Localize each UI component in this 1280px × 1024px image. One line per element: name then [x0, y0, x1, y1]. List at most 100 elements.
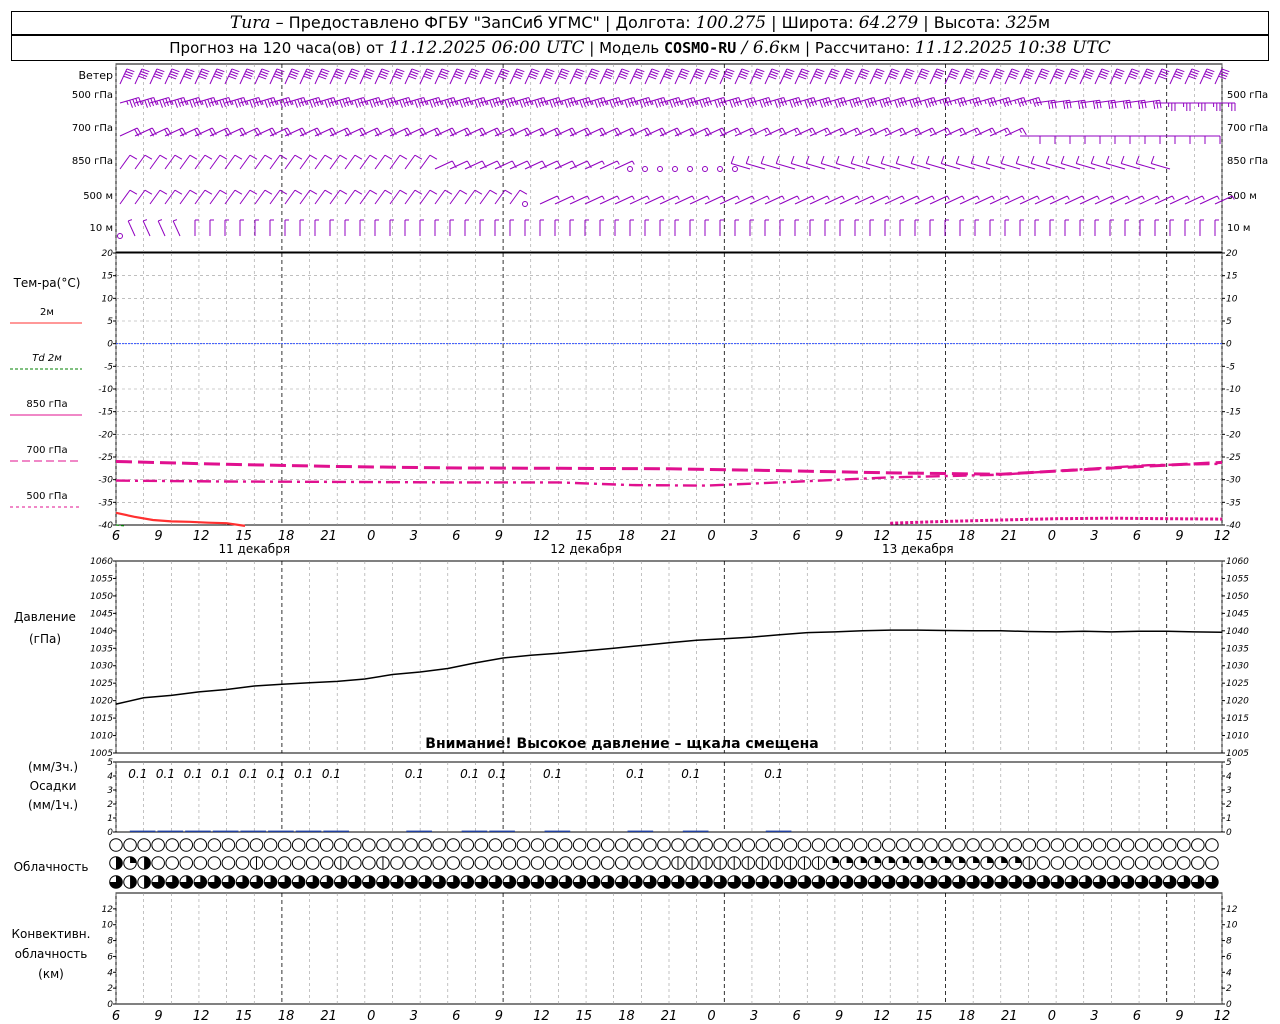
barb-feather: [500, 70, 509, 75]
cloud-symbol-mid: [572, 856, 587, 870]
barb-feather: [1099, 73, 1108, 77]
wind-barb: [1215, 102, 1236, 111]
calm-circle: [117, 233, 123, 239]
barb-feather: [294, 189, 303, 195]
cloud-circle: [896, 838, 910, 852]
wind-barb: [509, 219, 514, 236]
barb-feather: [309, 189, 318, 195]
cloud-circle: [1205, 856, 1219, 870]
wind-barb: [1064, 219, 1069, 236]
cloud-symbol-low: [1064, 875, 1079, 889]
temp-axis-tick-left: -20: [98, 430, 113, 440]
cloud-circle: [263, 856, 278, 870]
barb-shaft: [434, 189, 446, 205]
barb-feather: [156, 68, 165, 73]
barb-feather: [318, 75, 327, 80]
wind-barb: [910, 155, 931, 170]
cloud-circle: [615, 838, 629, 852]
wind-barb: [689, 219, 694, 236]
wind-barb-top: [524, 68, 540, 85]
barb-feather: [964, 73, 973, 77]
barb-feather: [850, 155, 855, 164]
cloud-symbol-high: [516, 838, 531, 852]
barb-feather: [759, 99, 763, 108]
barb-half-feather: [616, 160, 620, 165]
cloud-symbol-high: [193, 838, 208, 852]
wind-barb: [344, 97, 367, 108]
cloud-symbol-high: [643, 838, 657, 852]
barb-half-feather: [366, 100, 369, 105]
barb-feather: [429, 189, 438, 195]
wind-barb: [329, 219, 334, 236]
barb-shaft: [389, 154, 401, 170]
barb-feather: [1137, 101, 1141, 110]
barb-shaft: [284, 154, 296, 170]
barb-feather: [1056, 68, 1065, 73]
barb-half-feather: [824, 129, 827, 133]
barb-feather: [680, 70, 689, 75]
barb-feather: [399, 189, 408, 195]
wind-barb-top: [1004, 68, 1020, 85]
barb-feather: [1008, 75, 1017, 80]
wind-barb: [629, 219, 634, 236]
wind-barb: [299, 189, 318, 205]
cloud-symbol-low: [853, 875, 868, 889]
cloud-symbol-low: [586, 875, 601, 889]
barb-feather: [294, 154, 303, 160]
wind-barb: [794, 97, 817, 108]
barb-feather: [1161, 68, 1170, 73]
barb-shaft: [434, 160, 453, 170]
wind-barb: [779, 219, 784, 236]
barb-feather: [1092, 101, 1096, 110]
barb-half-feather: [1004, 129, 1007, 133]
temp-axis-tick-left: -25: [98, 453, 113, 463]
cloud-symbol-mid: [853, 856, 868, 870]
barb-feather: [351, 68, 360, 73]
barb-feather: [485, 70, 494, 75]
cloud-symbol-high: [881, 838, 896, 852]
cloud-circle: [348, 856, 362, 870]
cloud-circle: [966, 838, 980, 852]
barb-feather: [498, 75, 507, 80]
barb-feather: [531, 68, 540, 73]
cloud-circle: [305, 856, 320, 870]
wind-barb: [1049, 219, 1054, 236]
cloud-symbol-mid: [530, 856, 545, 870]
cloud-fill: [1015, 856, 1022, 863]
wind-barb: [899, 97, 922, 108]
wind-barb: [157, 219, 166, 237]
cloud-symbol-low: [1177, 875, 1191, 889]
cloud-circle: [165, 856, 179, 870]
barb-feather: [1055, 70, 1064, 75]
barb-half-feather: [796, 195, 800, 200]
cloud-circle: [671, 838, 685, 852]
barb-feather: [936, 68, 945, 73]
wind-barb: [449, 219, 454, 236]
wind-barb: [344, 189, 363, 205]
barb-feather: [588, 75, 597, 80]
barb-half-feather: [899, 129, 902, 133]
wind-barb-top: [374, 68, 390, 85]
barb-feather: [154, 73, 163, 77]
cloud-symbol-mid: [1191, 856, 1205, 870]
cloud-symbol-low: [1162, 875, 1177, 889]
wind-barb: [1105, 155, 1126, 170]
temp-time-hour-label: 9: [1175, 529, 1183, 544]
barb-feather: [995, 70, 1004, 75]
barb-feather: [561, 68, 570, 73]
barb-shaft: [119, 154, 131, 170]
barb-feather: [123, 75, 132, 80]
barb-half-feather: [734, 129, 737, 133]
precip-value-label: 0.1: [460, 767, 479, 781]
barb-feather: [1062, 101, 1066, 110]
wind-barb: [657, 166, 663, 172]
temp-axis-tick-right: -35: [1226, 498, 1241, 508]
barb-shaft: [911, 163, 931, 170]
cloud-symbol-mid: [151, 856, 165, 870]
barb-feather: [291, 68, 300, 73]
barb-feather: [1111, 100, 1114, 109]
barb-feather: [319, 73, 328, 77]
wind-barb: [914, 97, 937, 108]
cloud-circle: [685, 838, 699, 852]
barb-half-feather: [516, 100, 519, 105]
